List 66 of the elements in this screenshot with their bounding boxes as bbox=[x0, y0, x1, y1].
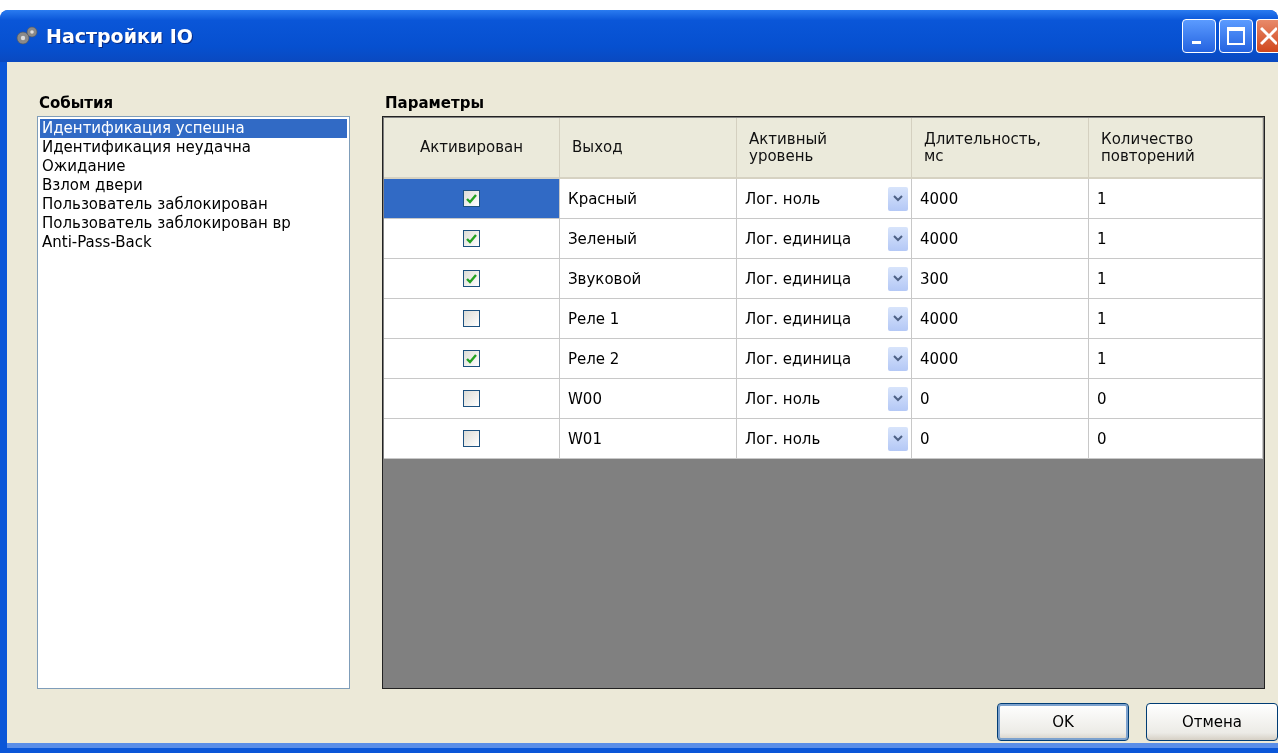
column-header[interactable]: Выход bbox=[560, 118, 737, 179]
table-cell: Зеленый bbox=[560, 219, 737, 259]
table-cell: 4000 bbox=[912, 219, 1089, 259]
checkbox[interactable] bbox=[463, 270, 480, 287]
checkbox[interactable] bbox=[463, 350, 480, 367]
table-cell: 4000 bbox=[912, 339, 1089, 379]
section-label: Параметры bbox=[385, 93, 485, 112]
table-cell: 0 bbox=[1089, 419, 1263, 459]
dropdown[interactable]: Лог. единица bbox=[737, 299, 912, 339]
chevron-down-icon[interactable] bbox=[888, 426, 908, 451]
table-cell: 0 bbox=[912, 379, 1089, 419]
checkbox[interactable] bbox=[463, 390, 480, 407]
dropdown[interactable]: Лог. единица bbox=[737, 259, 912, 299]
column-header[interactable]: Количество повторений bbox=[1089, 118, 1263, 179]
table-cell: 1 bbox=[1089, 299, 1263, 339]
column-header[interactable]: Активный уровень bbox=[737, 118, 912, 179]
dropdown[interactable]: Лог. единица bbox=[737, 339, 912, 379]
table-cell: Реле 2 bbox=[560, 339, 737, 379]
chevron-down-icon[interactable] bbox=[888, 306, 908, 331]
dialog-button[interactable]: Отмена bbox=[1146, 703, 1278, 741]
window-title: Настройки IO bbox=[46, 25, 193, 47]
table-cell: 0 bbox=[1089, 379, 1263, 419]
dropdown[interactable]: Лог. ноль bbox=[737, 419, 912, 459]
table-cell: Звуковой bbox=[560, 259, 737, 299]
table-cell: 1 bbox=[1089, 179, 1263, 219]
chevron-down-icon[interactable] bbox=[888, 226, 908, 251]
maximize-button[interactable] bbox=[1219, 19, 1253, 53]
list-item[interactable]: Пользователь заблокирован bbox=[40, 195, 347, 214]
dialog-button[interactable]: OK bbox=[997, 703, 1129, 741]
table-cell: 1 bbox=[1089, 339, 1263, 379]
table-cell: W01 bbox=[560, 419, 737, 459]
list-item[interactable]: Взлом двери bbox=[40, 176, 347, 195]
column-header[interactable]: Длительность, мс bbox=[912, 118, 1089, 179]
list-item[interactable]: Идентификация неудачна bbox=[40, 138, 347, 157]
list-item[interactable]: Anti-Pass-Back bbox=[40, 233, 347, 252]
table-cell: 300 bbox=[912, 259, 1089, 299]
maximize-icon bbox=[1226, 26, 1246, 46]
checkbox[interactable] bbox=[463, 310, 480, 327]
table-cell: Красный bbox=[560, 179, 737, 219]
dropdown[interactable]: Лог. единица bbox=[737, 219, 912, 259]
table-cell: 4000 bbox=[912, 299, 1089, 339]
close-button[interactable] bbox=[1256, 19, 1278, 53]
section-label: События bbox=[39, 93, 115, 112]
list-item[interactable]: Пользователь заблокирован вр bbox=[40, 214, 347, 233]
gear-icon bbox=[14, 24, 40, 48]
table-cell: W00 bbox=[560, 379, 737, 419]
table-cell: 4000 bbox=[912, 179, 1089, 219]
chevron-down-icon[interactable] bbox=[888, 266, 908, 291]
chevron-down-icon[interactable] bbox=[888, 186, 908, 211]
table-cell: 0 bbox=[912, 419, 1089, 459]
table-cell: 1 bbox=[1089, 259, 1263, 299]
minimize-icon bbox=[1191, 40, 1201, 44]
column-header[interactable]: Активирован bbox=[384, 118, 560, 179]
checkbox[interactable] bbox=[463, 230, 480, 247]
table-cell: 1 bbox=[1089, 219, 1263, 259]
chevron-down-icon[interactable] bbox=[888, 386, 908, 411]
table-cell: Реле 1 bbox=[560, 299, 737, 339]
dropdown[interactable]: Лог. ноль bbox=[737, 379, 912, 419]
close-icon bbox=[1260, 25, 1277, 47]
chevron-down-icon[interactable] bbox=[888, 346, 908, 371]
list-item[interactable]: Идентификация успешна bbox=[40, 119, 347, 138]
checkbox[interactable] bbox=[463, 430, 480, 447]
checkbox[interactable] bbox=[463, 190, 480, 207]
dropdown[interactable]: Лог. ноль bbox=[737, 179, 912, 219]
minimize-button[interactable] bbox=[1182, 19, 1216, 53]
list-item[interactable]: Ожидание bbox=[40, 157, 347, 176]
